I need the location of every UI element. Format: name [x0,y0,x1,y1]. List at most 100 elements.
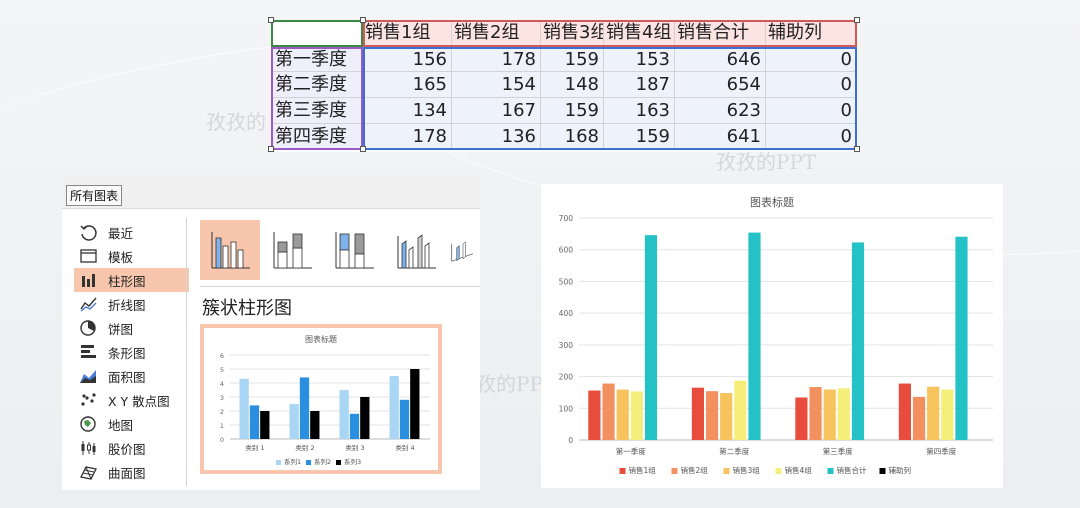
sales-chart[interactable]: 图表标题 0 100 200 300 400 500 600 700 第一季度 第二季度 第三季度 第四… [541,184,1003,488]
header-cell[interactable]: 销售1组 [363,20,452,47]
header-cell[interactable]: 销售2组 [452,20,541,47]
clustered-column-icon-glyph [211,232,250,269]
chart-type-item[interactable]: 股价图 [74,436,189,460]
column-chart-icon [78,271,98,289]
chart-type-list: 最近模板柱形图 折线图 饼图 条形图 面积图 X Y 散点图地图 股价图曲面图 [74,220,189,484]
row-label-cell[interactable]: 第二季度 [271,72,363,98]
chart-type-label: 最近 [108,225,134,241]
row-label-cell[interactable]: 第四季度 [271,124,363,150]
data-cell[interactable]: 654 [675,72,766,98]
x-tick-label: 第三季度 [823,446,853,456]
percent-stacked-column-icon[interactable] [324,220,384,280]
chart-title: 图表标题 [305,334,337,344]
bar [691,387,704,440]
data-cell[interactable]: 165 [363,72,452,98]
y-tick-label: 400 [559,309,574,318]
range-handle[interactable] [854,146,860,152]
y-tick-label: 6 [220,352,224,360]
data-cell[interactable]: 136 [452,124,541,150]
bar-chart-icon [78,343,98,361]
header-cell[interactable]: 销售4组 [604,20,675,47]
header-cell[interactable]: 销售合计 [675,20,766,47]
chart-type-label: X Y 散点图 [108,393,170,409]
chart-type-item[interactable]: X Y 散点图 [74,388,189,412]
data-cell[interactable]: 0 [766,124,857,150]
legend-swatch [306,460,311,465]
legend-label: 系列3 [344,457,361,466]
area-chart-icon [78,367,98,385]
data-cell[interactable]: 163 [604,98,675,124]
chart-type-item[interactable]: 条形图 [74,340,189,364]
chart-type-item[interactable]: 面积图 [74,364,189,388]
data-cell[interactable]: 159 [541,47,604,72]
data-cell[interactable]: 178 [452,47,541,72]
data-cell[interactable]: 623 [675,98,766,124]
x-tick-label: 类别 1 [245,443,264,452]
bar [616,389,629,440]
row-label-cell[interactable]: 第一季度 [271,47,363,72]
y-tick-label: 0 [220,436,224,444]
bar [809,387,822,440]
data-cell[interactable]: 0 [766,72,857,98]
legend-label: 辅助列 [889,465,912,475]
template-icon [78,247,98,265]
chart-type-item[interactable]: 最近 [74,220,189,244]
data-cell[interactable]: 0 [766,98,857,124]
data-cell[interactable]: 156 [363,47,452,72]
chart-preview[interactable]: 图表标题 0 1 2 3 4 5 6 类别 1 类别 2 类别 3 类别 4 系列1 系列2 系列3 [200,324,442,474]
range-handle[interactable] [360,146,366,152]
bar [941,389,954,440]
chart-type-item[interactable]: 地图 [74,412,189,436]
stacked-column-icon[interactable] [262,220,322,280]
bar [239,378,249,439]
header-cell[interactable]: 销售3组 [541,20,604,47]
corner-cell[interactable] [271,20,363,47]
y-tick-label: 500 [559,277,574,286]
y-tick-label: 600 [559,246,574,255]
data-cell[interactable]: 167 [452,98,541,124]
y-tick-label: 5 [220,366,224,374]
spreadsheet-range[interactable]: 销售1组 销售2组 销售3组 销售4组 销售合计 辅助列 第一季度 156 178 159 153 6… [268,17,860,152]
3d-clustered-column-icon[interactable] [386,220,446,280]
data-cell[interactable]: 148 [541,72,604,98]
header-cell[interactable]: 辅助列 [766,20,857,47]
data-cell[interactable]: 134 [363,98,452,124]
bar [249,405,260,439]
range-handle[interactable] [360,17,366,23]
data-cell[interactable]: 168 [541,124,604,150]
data-cell[interactable]: 159 [541,98,604,124]
data-cell[interactable]: 159 [604,124,675,150]
data-cell[interactable]: 187 [604,72,675,98]
data-cell[interactable]: 153 [604,47,675,72]
bar [410,369,420,439]
data-cell[interactable]: 154 [452,72,541,98]
pie-chart-icon [78,319,98,337]
bar [644,235,658,440]
chart-type-item[interactable]: 饼图 [74,316,189,340]
legend-label: 系列2 [314,457,331,466]
range-handle[interactable] [854,17,860,23]
chart-type-item[interactable]: 曲面图 [74,460,189,484]
range-handle[interactable] [268,17,274,23]
3d-column-icon-glyph [451,241,474,262]
3d-column-icon[interactable] [448,220,478,280]
legend-label: 销售4组 [785,465,813,475]
bar [349,413,360,439]
data-cell[interactable]: 646 [675,47,766,72]
recent-icon [78,223,98,241]
chart-type-label: 模板 [108,249,134,265]
chart-type-label: 曲面图 [108,465,146,481]
chart-type-item[interactable]: 折线图 [74,292,189,316]
data-cell[interactable]: 178 [363,124,452,150]
range-handle[interactable] [268,146,274,152]
dialog-tab-bar: 所有图表 [62,178,480,209]
row-label-cell[interactable]: 第三季度 [271,98,363,124]
x-tick-label: 类别 3 [345,443,364,452]
stacked-column-icon-glyph [273,232,312,269]
chart-type-item[interactable]: 柱形图 [74,268,189,292]
data-cell[interactable]: 641 [675,124,766,150]
chart-type-item[interactable]: 模板 [74,244,189,268]
tab-all-charts[interactable]: 所有图表 [66,185,123,206]
data-cell[interactable]: 0 [766,47,857,72]
clustered-column-icon[interactable] [200,220,260,280]
